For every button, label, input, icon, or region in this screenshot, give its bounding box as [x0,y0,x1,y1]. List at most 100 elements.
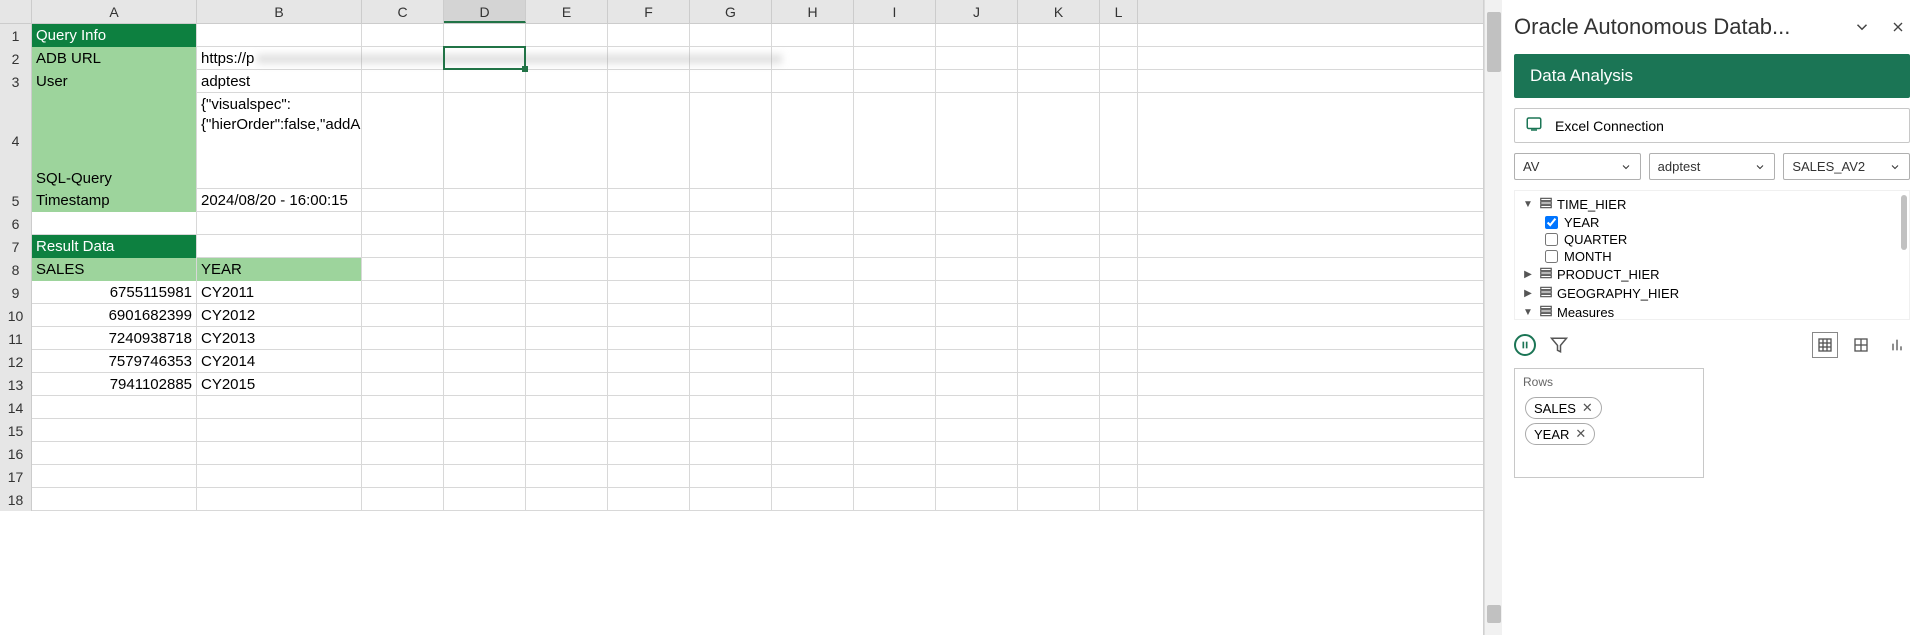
cell-K10[interactable] [1018,304,1100,327]
cell-J2[interactable] [936,47,1018,70]
cell-H1[interactable] [772,24,854,47]
cell-J6[interactable] [936,212,1018,235]
cell-K6[interactable] [1018,212,1100,235]
cell-F4[interactable] [608,93,690,189]
cell-A18[interactable] [32,488,197,511]
chip-remove-icon[interactable]: ✕ [1582,400,1593,416]
tree-scrollbar[interactable] [1901,195,1907,250]
cell-B18[interactable] [197,488,362,511]
cell-I11[interactable] [854,327,936,350]
cell-H16[interactable] [772,442,854,465]
col-header-J[interactable]: J [936,0,1018,23]
col-header-I[interactable]: I [854,0,936,23]
cell-C3[interactable] [362,70,444,93]
cell-I15[interactable] [854,419,936,442]
cell-C6[interactable] [362,212,444,235]
cell-I9[interactable] [854,281,936,304]
cell-B16[interactable] [197,442,362,465]
row-header-13[interactable]: 13 [0,373,32,396]
cell-K17[interactable] [1018,465,1100,488]
cell-E8[interactable] [526,258,608,281]
cell-D15[interactable] [444,419,526,442]
row-header-1[interactable]: 1 [0,24,32,47]
cell-I13[interactable] [854,373,936,396]
cell-I12[interactable] [854,350,936,373]
cell-L5[interactable] [1100,189,1138,212]
cell-D8[interactable] [444,258,526,281]
cell-B14[interactable] [197,396,362,419]
tree-item-time-hier[interactable]: ▼ TIME_HIER [1521,195,1903,214]
cell-F7[interactable] [608,235,690,258]
row-header-14[interactable]: 14 [0,396,32,419]
cell-H11[interactable] [772,327,854,350]
cell-K15[interactable] [1018,419,1100,442]
cell-K3[interactable] [1018,70,1100,93]
cell-J11[interactable] [936,327,1018,350]
cell-L4[interactable] [1100,93,1138,189]
cell-H9[interactable] [772,281,854,304]
cell-D16[interactable] [444,442,526,465]
cell-D1[interactable] [444,24,526,47]
cell-A15[interactable] [32,419,197,442]
tree-item-geography-hier[interactable]: ▶ GEOGRAPHY_HIER [1521,284,1903,303]
cell-J1[interactable] [936,24,1018,47]
cell-B15[interactable] [197,419,362,442]
cell-D11[interactable] [444,327,526,350]
cell-I3[interactable] [854,70,936,93]
cell-A7[interactable]: Result Data [32,235,197,258]
cell-A8[interactable]: SALES [32,258,197,281]
chart-view-button[interactable] [1884,332,1910,358]
cell-J12[interactable] [936,350,1018,373]
cell-J10[interactable] [936,304,1018,327]
cell-H2[interactable] [772,47,854,70]
collapse-icon[interactable] [1850,15,1874,39]
scrollbar-thumb[interactable] [1487,12,1501,72]
tree-item-year[interactable]: YEAR [1521,214,1903,231]
scrollbar-down[interactable] [1487,605,1501,623]
cell-L14[interactable] [1100,396,1138,419]
col-header-B[interactable]: B [197,0,362,23]
cell-D7[interactable] [444,235,526,258]
pause-button[interactable] [1514,334,1536,356]
tree-checkbox-year[interactable] [1545,216,1558,229]
cell-J17[interactable] [936,465,1018,488]
cell-F9[interactable] [608,281,690,304]
cell-J8[interactable] [936,258,1018,281]
cell-I8[interactable] [854,258,936,281]
cell-B4[interactable]: {"visualspec":{"hierOrder":false,"addAll… [197,93,362,189]
cell-A4[interactable]: SQL-Query [32,93,197,189]
cell-J9[interactable] [936,281,1018,304]
cell-K2[interactable] [1018,47,1100,70]
col-header-E[interactable]: E [526,0,608,23]
cell-B13[interactable]: CY2015 [197,373,362,396]
row-header-11[interactable]: 11 [0,327,32,350]
cell-A17[interactable] [32,465,197,488]
cell-F1[interactable] [608,24,690,47]
rows-drop-zone[interactable]: Rows SALES ✕ YEAR ✕ [1514,368,1704,478]
cell-H12[interactable] [772,350,854,373]
cell-H15[interactable] [772,419,854,442]
connection-row[interactable]: Excel Connection [1514,108,1910,143]
cell-E18[interactable] [526,488,608,511]
cell-L2[interactable] [1100,47,1138,70]
cell-G14[interactable] [690,396,772,419]
pivot-view-button[interactable] [1848,332,1874,358]
cell-G12[interactable] [690,350,772,373]
tree-item-measures[interactable]: ▼ Measures [1521,303,1903,320]
cell-B11[interactable]: CY2013 [197,327,362,350]
cell-K13[interactable] [1018,373,1100,396]
cell-K11[interactable] [1018,327,1100,350]
cell-F13[interactable] [608,373,690,396]
cell-L17[interactable] [1100,465,1138,488]
cell-E16[interactable] [526,442,608,465]
row-header-18[interactable]: 18 [0,488,32,511]
cell-K8[interactable] [1018,258,1100,281]
cell-H17[interactable] [772,465,854,488]
cell-E5[interactable] [526,189,608,212]
cell-E14[interactable] [526,396,608,419]
cell-I2[interactable] [854,47,936,70]
cell-E17[interactable] [526,465,608,488]
cell-J16[interactable] [936,442,1018,465]
col-header-F[interactable]: F [608,0,690,23]
cell-C7[interactable] [362,235,444,258]
